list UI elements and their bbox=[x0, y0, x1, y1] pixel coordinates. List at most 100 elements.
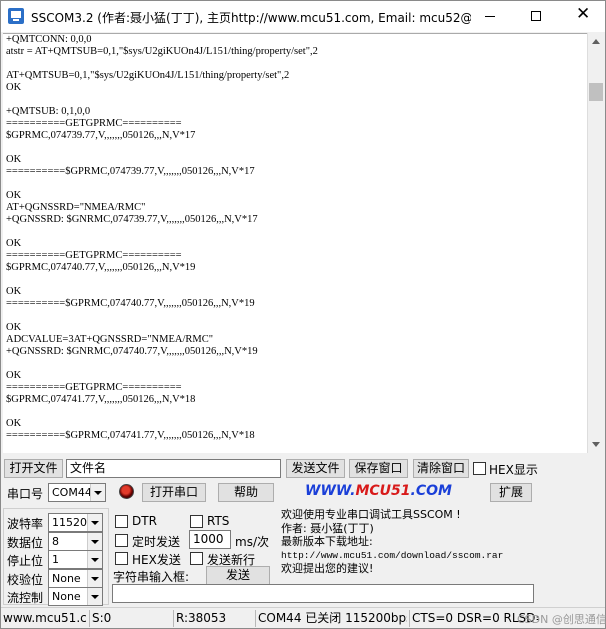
log-line: OK bbox=[6, 370, 22, 381]
chevron-down-icon[interactable] bbox=[87, 533, 102, 550]
port-select[interactable]: COM44 bbox=[48, 483, 106, 502]
receive-log-area[interactable]: +QMTCONN: 0,0,0 atstr = AT+QMTSUB=0,1,"$s… bbox=[3, 33, 587, 453]
dtr-label: DTR bbox=[132, 514, 157, 528]
parity-select[interactable]: None bbox=[48, 569, 103, 588]
scroll-thumb[interactable] bbox=[589, 83, 603, 101]
app-icon bbox=[8, 8, 24, 24]
chevron-down-icon[interactable] bbox=[90, 484, 105, 501]
log-line: OK bbox=[6, 286, 22, 297]
log-line: +QGNSSRD: $GNRMC,074739.77,V,,,,,,,05012… bbox=[6, 214, 258, 225]
info-download-url[interactable]: http://www.mcu51.com/download/sscom.rar bbox=[281, 549, 537, 563]
log-line: OK bbox=[6, 190, 22, 201]
baud-select[interactable]: 115200 bbox=[48, 513, 103, 532]
scroll-up-arrow-icon[interactable] bbox=[592, 39, 600, 44]
open-file-button[interactable]: 打开文件 bbox=[4, 459, 63, 478]
databits-label: 数据位 bbox=[7, 536, 44, 550]
website-accent: MCU51 bbox=[355, 483, 411, 499]
save-window-button[interactable]: 保存窗口 bbox=[349, 459, 408, 478]
hex-display-label: HEX显示 bbox=[489, 463, 538, 477]
baud-label: 波特率 bbox=[7, 517, 44, 531]
help-button[interactable]: 帮助 bbox=[218, 483, 274, 502]
log-line: $GPRMC,074741.77,V,,,,,,,050126,,,N,V*18 bbox=[6, 394, 196, 405]
log-line: ==========GETGPRMC========== bbox=[6, 118, 182, 129]
flow-label: 流控制 bbox=[7, 591, 44, 605]
maximize-icon bbox=[531, 11, 541, 21]
send-button[interactable]: 发送 bbox=[206, 566, 270, 585]
website-prefix: WWW. bbox=[305, 483, 356, 499]
hex-send-label: HEX发送 bbox=[132, 553, 181, 567]
chevron-down-icon[interactable] bbox=[87, 570, 102, 587]
expand-button[interactable]: 扩展 bbox=[490, 483, 532, 502]
close-button[interactable]: ✕ bbox=[559, 1, 605, 32]
log-line: atstr = AT+QMTSUB=0,1,"$sys/U2giKUOn4J/L… bbox=[6, 46, 318, 57]
info-welcome: 欢迎使用专业串口调试工具SSCOM ! bbox=[281, 508, 461, 521]
log-line: +QMTCONN: 0,0,0 bbox=[6, 34, 92, 45]
timed-send-label: 定时发送 bbox=[132, 535, 181, 549]
status-site: www.mcu51.cor bbox=[3, 611, 87, 625]
log-line: ==========$GPRMC,074739.77,V,,,,,,,05012… bbox=[6, 166, 255, 177]
title-bar[interactable]: SSCOM3.2 (作者:聂小猛(丁丁), 主页http://www.mcu51… bbox=[1, 1, 605, 32]
stopbits-value: 1 bbox=[52, 553, 59, 566]
interval-input[interactable]: 1000 bbox=[189, 530, 231, 549]
log-line: $GPRMC,074740.77,V,,,,,,,050126,,,N,V*19 bbox=[6, 262, 196, 273]
close-icon: ✕ bbox=[576, 4, 591, 24]
hex-display-checkbox[interactable] bbox=[473, 462, 486, 475]
info-box: 欢迎使用专业串口调试工具SSCOM ! 作者: 聂小猛(丁丁) 最新版本下载地址… bbox=[281, 508, 537, 580]
parity-label: 校验位 bbox=[7, 573, 44, 587]
flow-select[interactable]: None bbox=[48, 587, 103, 606]
log-line: OK bbox=[6, 238, 22, 249]
rts-checkbox[interactable] bbox=[190, 515, 203, 528]
website-link[interactable]: WWW.MCU51.COM bbox=[305, 483, 452, 499]
chevron-down-icon[interactable] bbox=[87, 514, 102, 531]
timed-send-checkbox[interactable] bbox=[115, 534, 128, 547]
dtr-checkbox[interactable] bbox=[115, 515, 128, 528]
input-label: 字符串输入框: bbox=[113, 570, 190, 584]
scroll-down-arrow-icon[interactable] bbox=[592, 442, 600, 447]
log-line: AT+QMTSUB=0,1,"$sys/U2giKUOn4J/L151/thin… bbox=[6, 70, 290, 81]
port-label: 串口号 bbox=[7, 487, 44, 501]
info-download-label: 最新版本下载地址: bbox=[281, 535, 373, 548]
hex-send-checkbox[interactable] bbox=[115, 552, 128, 565]
minimize-icon bbox=[485, 16, 495, 17]
minimize-button[interactable] bbox=[467, 1, 513, 32]
port-status-led-icon bbox=[119, 484, 134, 499]
databits-value: 8 bbox=[52, 535, 59, 548]
status-received-count: R:38053 bbox=[173, 610, 253, 627]
log-line: OK bbox=[6, 82, 22, 93]
info-suggestion: 欢迎提出您的建议! bbox=[281, 562, 374, 575]
send-newline-checkbox[interactable] bbox=[190, 552, 203, 565]
log-line: ADCVALUE=3AT+QGNSSRD="NMEA/RMC" bbox=[6, 334, 214, 345]
log-line: ==========$GPRMC,074741.77,V,,,,,,,05012… bbox=[6, 430, 255, 441]
open-port-button[interactable]: 打开串口 bbox=[142, 483, 206, 502]
maximize-button[interactable] bbox=[513, 1, 559, 32]
csdn-watermark: CSDN @创思通信 bbox=[517, 613, 606, 626]
interval-unit: ms/次 bbox=[235, 535, 269, 549]
chevron-down-icon[interactable] bbox=[87, 551, 102, 568]
string-input-field[interactable] bbox=[112, 584, 534, 603]
send-file-button[interactable]: 发送文件 bbox=[286, 459, 345, 478]
file-name-field[interactable]: 文件名 bbox=[66, 459, 281, 478]
log-scrollbar[interactable] bbox=[587, 33, 604, 453]
clear-window-button[interactable]: 清除窗口 bbox=[413, 459, 469, 478]
log-line: ==========GETGPRMC========== bbox=[6, 382, 182, 393]
log-line: OK bbox=[6, 418, 22, 429]
port-value: COM44 bbox=[52, 486, 92, 499]
log-line: ==========$GPRMC,074740.77,V,,,,,,,05012… bbox=[6, 298, 255, 309]
log-line: +QMTSUB: 0,1,0,0 bbox=[6, 106, 91, 117]
log-line: $GPRMC,074739.77,V,,,,,,,050126,,,N,V*17 bbox=[6, 130, 196, 141]
databits-select[interactable]: 8 bbox=[48, 532, 103, 551]
sscom-window: SSCOM3.2 (作者:聂小猛(丁丁), 主页http://www.mcu51… bbox=[0, 0, 606, 629]
status-port-state: COM44 已关闭 115200bps bbox=[255, 610, 407, 627]
chevron-down-icon[interactable] bbox=[87, 588, 102, 605]
stopbits-select[interactable]: 1 bbox=[48, 550, 103, 569]
status-sent-count: S:0 bbox=[89, 610, 171, 627]
flow-value: None bbox=[52, 590, 81, 603]
